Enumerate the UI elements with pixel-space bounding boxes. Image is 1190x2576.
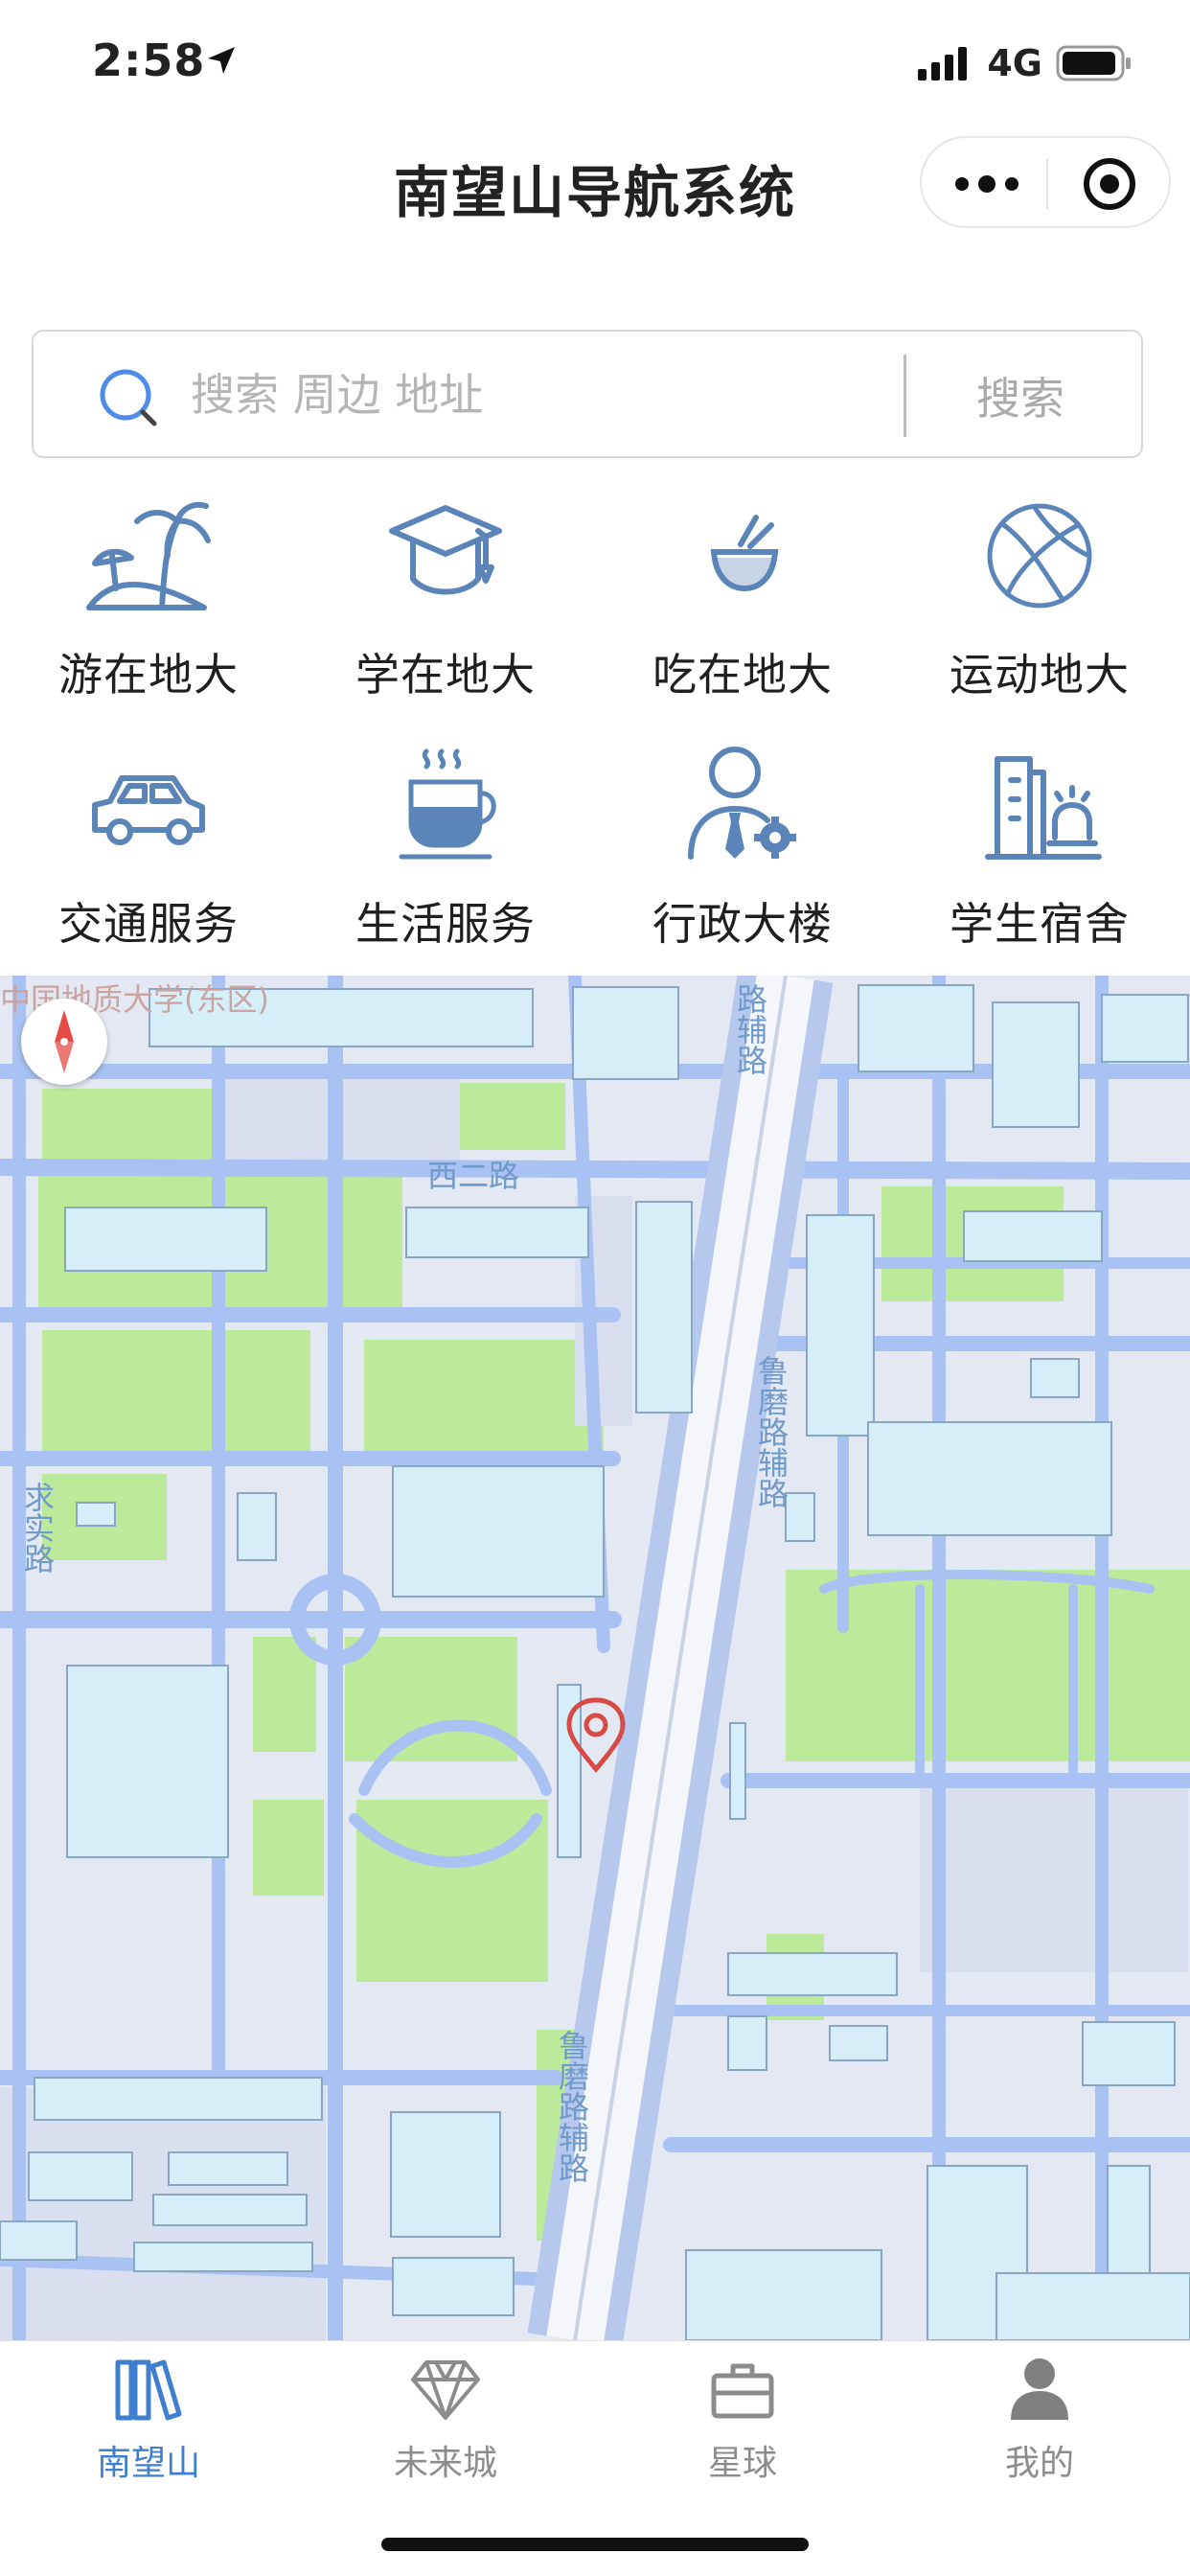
- search-button[interactable]: 搜索: [915, 355, 1126, 437]
- more-dots-icon[interactable]: [949, 157, 1025, 211]
- category-admin[interactable]: 行政大楼: [623, 738, 862, 968]
- battery-icon: [1056, 45, 1131, 81]
- dormitory-building-icon: [985, 756, 1102, 860]
- compass-icon: [55, 1010, 74, 1073]
- compass-button[interactable]: [21, 999, 107, 1085]
- category-label: 学在地大: [355, 649, 536, 701]
- location-arrow-icon: [208, 47, 235, 74]
- category-sports[interactable]: 运动地大: [920, 489, 1159, 719]
- category-label: 生活服务: [355, 898, 536, 950]
- category-dorm[interactable]: 学生宿舍: [920, 738, 1159, 968]
- map-label-side-road-mid: 鲁磨路辅路: [753, 1355, 790, 1508]
- basketball-icon: [987, 503, 1092, 609]
- search-icon: [100, 369, 157, 426]
- palm-beach-icon: [86, 501, 211, 610]
- car-icon: [92, 775, 205, 845]
- diamond-icon: [411, 2360, 480, 2420]
- map-label-side-road-bottom: 鲁磨路辅路: [554, 2030, 590, 2183]
- tab-label: 我的: [1004, 2444, 1074, 2483]
- category-label: 吃在地大: [652, 649, 833, 701]
- map-label-qiushi-road: 求实路: [19, 1482, 56, 1574]
- nav-header: 南望山导航系统: [0, 128, 1190, 243]
- home-indicator: [381, 2538, 809, 2551]
- network-type: 4G: [987, 42, 1042, 84]
- admin-person-icon: [688, 747, 796, 860]
- category-study[interactable]: 学在地大: [326, 489, 565, 719]
- category-grid: 游在地大 学在地大 吃在地大 运动地大 交通服务 生活服务 行政大楼 学生宿舍: [0, 479, 1190, 968]
- user-icon: [1011, 2358, 1068, 2420]
- map-canvas: [0, 976, 1190, 2340]
- search-input[interactable]: [191, 360, 919, 429]
- category-life[interactable]: 生活服务: [326, 738, 565, 968]
- capsule-divider: [1046, 159, 1048, 209]
- graduation-cap-icon: [389, 505, 502, 595]
- search-bar: 搜索: [32, 330, 1143, 458]
- category-label: 交通服务: [58, 898, 239, 950]
- status-bar: 2:58 4G: [0, 0, 1190, 128]
- tab-planet[interactable]: 星球: [623, 2355, 862, 2498]
- tab-label: 未来城: [393, 2444, 497, 2483]
- tab-nanwangshan[interactable]: 南望山: [29, 2355, 268, 2498]
- category-label: 行政大楼: [652, 898, 833, 950]
- briefcase-icon: [711, 2363, 774, 2419]
- status-time: 2:58: [92, 34, 206, 86]
- search-divider: [904, 355, 906, 437]
- map-label-west-road: 西二路: [427, 1158, 520, 1194]
- category-label: 游在地大: [58, 649, 239, 701]
- category-label: 运动地大: [950, 649, 1130, 701]
- campus-map[interactable]: 中国地质大学(东区) 西二路 路辅路 鲁磨路辅路 求实路 鲁磨路辅路: [0, 976, 1190, 2340]
- tab-future-city[interactable]: 未来城: [326, 2355, 565, 2498]
- close-target-icon[interactable]: [1065, 153, 1154, 215]
- tab-mine[interactable]: 我的: [920, 2355, 1159, 2498]
- coffee-cup-icon: [399, 748, 496, 860]
- category-transport[interactable]: 交通服务: [29, 738, 268, 968]
- category-tour[interactable]: 游在地大: [29, 489, 268, 719]
- category-eat[interactable]: 吃在地大: [623, 489, 862, 719]
- tab-label: 南望山: [96, 2444, 200, 2483]
- food-bowl-icon: [710, 515, 779, 592]
- map-label-side-road-top: 路辅路: [732, 983, 768, 1075]
- signal-icon: [918, 47, 968, 80]
- status-indicators: 4G: [916, 42, 1133, 84]
- mini-program-capsule: [920, 136, 1171, 228]
- location-pin-icon[interactable]: [563, 1696, 629, 1773]
- category-label: 学生宿舍: [950, 898, 1130, 950]
- books-icon: [115, 2359, 182, 2421]
- tab-label: 星球: [707, 2444, 777, 2483]
